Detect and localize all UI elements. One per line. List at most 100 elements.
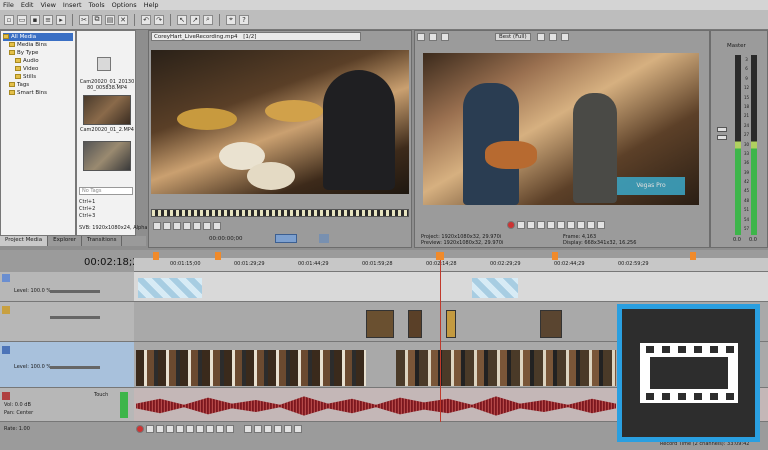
level-slider[interactable] bbox=[50, 316, 100, 319]
level-slider[interactable] bbox=[50, 290, 100, 293]
thumb-clip[interactable] bbox=[83, 95, 131, 125]
marker[interactable] bbox=[552, 252, 558, 260]
copy-snapshot-icon[interactable] bbox=[560, 33, 569, 41]
clip-event[interactable] bbox=[446, 310, 456, 338]
new-project-icon[interactable]: ▫ bbox=[4, 14, 14, 25]
pause-icon[interactable] bbox=[176, 425, 184, 433]
tab-explorer[interactable]: Explorer bbox=[48, 236, 82, 246]
save-icon[interactable]: ▪ bbox=[30, 14, 40, 25]
mark-in-icon[interactable] bbox=[193, 222, 201, 230]
loop-icon[interactable] bbox=[213, 222, 221, 230]
mark-out-icon[interactable] bbox=[203, 222, 211, 230]
prev-frame-icon[interactable] bbox=[216, 425, 224, 433]
split-icon[interactable] bbox=[274, 425, 283, 433]
tree-item-all-media[interactable]: All Media bbox=[3, 33, 73, 41]
tree-item-video[interactable]: Video bbox=[3, 65, 73, 73]
delete-icon[interactable]: ✕ bbox=[118, 14, 128, 25]
stop-icon[interactable] bbox=[163, 222, 171, 230]
marker[interactable] bbox=[153, 252, 159, 260]
add-to-timeline-icon[interactable] bbox=[275, 234, 297, 243]
cut-icon[interactable]: ✂ bbox=[79, 14, 89, 25]
tab-transitions[interactable]: Transitions bbox=[82, 236, 123, 246]
snap-icon[interactable] bbox=[284, 425, 293, 433]
video-event-filmstrip[interactable] bbox=[136, 350, 366, 386]
copy-icon[interactable]: ⧉ bbox=[92, 14, 102, 25]
marker[interactable] bbox=[215, 252, 221, 260]
edit-tool-icon[interactable]: ↖ bbox=[177, 14, 187, 25]
properties-icon[interactable]: ≡ bbox=[43, 14, 53, 25]
pause-icon[interactable] bbox=[547, 221, 555, 229]
stop-icon[interactable] bbox=[186, 425, 194, 433]
go-end-icon[interactable] bbox=[206, 425, 214, 433]
clip-event[interactable] bbox=[366, 310, 394, 338]
next-frame-icon[interactable] bbox=[183, 222, 191, 230]
tab-project-media[interactable]: Project Media bbox=[0, 236, 49, 246]
tags-field[interactable]: No Tags bbox=[79, 187, 133, 195]
clip-event[interactable] bbox=[408, 310, 422, 338]
audio-waveform[interactable] bbox=[136, 396, 616, 416]
tree-item-media-bins[interactable]: Media Bins bbox=[3, 41, 73, 49]
paste-icon[interactable]: ▤ bbox=[105, 14, 115, 25]
trimmer-video-frame[interactable] bbox=[151, 50, 409, 194]
play-from-start-icon[interactable] bbox=[156, 425, 164, 433]
tree-item-by-type[interactable]: By Type bbox=[3, 49, 73, 57]
marker[interactable] bbox=[690, 252, 696, 260]
play-icon[interactable] bbox=[153, 222, 161, 230]
menu-edit[interactable]: Edit bbox=[21, 1, 34, 9]
go-start-icon[interactable] bbox=[196, 425, 204, 433]
level-slider[interactable] bbox=[50, 366, 100, 369]
record-icon[interactable] bbox=[507, 221, 515, 229]
delete-icon[interactable] bbox=[254, 425, 263, 433]
snapshot-icon[interactable] bbox=[548, 33, 557, 41]
media-file-icon[interactable] bbox=[97, 57, 111, 71]
trimmer-file-select[interactable]: CoreyHart_LiveRecording.mp4 [1/2] bbox=[151, 32, 361, 41]
tree-item-tags[interactable]: Tags bbox=[3, 81, 73, 89]
split-screen-icon[interactable] bbox=[441, 33, 449, 41]
timeline-ruler[interactable]: 00:01:15;00 00:01:29;29 00:01:44;29 00:01:5… bbox=[134, 258, 768, 272]
play-icon[interactable] bbox=[527, 221, 535, 229]
go-end-icon[interactable] bbox=[577, 221, 585, 229]
audio-track-header[interactable]: Vol: 0.0 dB Pan: Center Touch bbox=[0, 388, 134, 422]
help-icon[interactable]: ? bbox=[239, 14, 249, 25]
play-icon[interactable] bbox=[166, 425, 174, 433]
clip-event[interactable] bbox=[472, 278, 518, 298]
open-icon[interactable]: ▭ bbox=[17, 14, 27, 25]
next-frame-icon[interactable] bbox=[597, 221, 605, 229]
menu-view[interactable]: View bbox=[40, 1, 55, 9]
track-header-1[interactable]: Level: 100.0 % bbox=[0, 272, 134, 302]
trimmer-scrub-bar[interactable] bbox=[151, 209, 409, 217]
menu-options[interactable]: Options bbox=[112, 1, 137, 9]
tree-item-stills[interactable]: Stills bbox=[3, 73, 73, 81]
preview-settings-icon[interactable] bbox=[417, 33, 425, 41]
play-from-start-icon[interactable] bbox=[537, 221, 545, 229]
autoripple-icon[interactable] bbox=[294, 425, 303, 433]
envelope-tool-icon[interactable]: ↗ bbox=[190, 14, 200, 25]
loop-icon[interactable] bbox=[517, 221, 525, 229]
menu-tools[interactable]: Tools bbox=[89, 1, 105, 9]
next-frame-icon[interactable] bbox=[226, 425, 234, 433]
prev-frame-icon[interactable] bbox=[587, 221, 595, 229]
master-fader-right[interactable] bbox=[717, 135, 727, 140]
tree-item-audio[interactable]: Audio bbox=[3, 57, 73, 65]
redo-icon[interactable]: ↷ bbox=[154, 14, 164, 25]
undo-icon[interactable]: ↶ bbox=[141, 14, 151, 25]
stop-icon[interactable] bbox=[557, 221, 565, 229]
edit-tool-icon[interactable] bbox=[244, 425, 253, 433]
overlay-icon[interactable] bbox=[536, 33, 545, 41]
trim-icon[interactable] bbox=[264, 425, 273, 433]
playhead-cursor[interactable] bbox=[440, 258, 441, 422]
snap-icon[interactable]: ⌖ bbox=[226, 14, 236, 25]
video-event-filmstrip[interactable] bbox=[396, 350, 616, 386]
preview-quality-select[interactable]: Best (Full) bbox=[495, 33, 531, 41]
prev-frame-icon[interactable] bbox=[173, 222, 181, 230]
loop-icon[interactable] bbox=[146, 425, 154, 433]
preview-video-frame[interactable]: Vegas Pro bbox=[423, 53, 699, 205]
track-header-2[interactable] bbox=[0, 302, 134, 342]
menu-help[interactable]: Help bbox=[144, 1, 159, 9]
clip-event[interactable] bbox=[138, 278, 202, 298]
external-monitor-icon[interactable] bbox=[429, 33, 437, 41]
thumb-clip[interactable] bbox=[83, 141, 131, 171]
go-start-icon[interactable] bbox=[567, 221, 575, 229]
master-fader-left[interactable] bbox=[717, 127, 727, 132]
tree-item-smart-bins[interactable]: Smart Bins bbox=[3, 89, 73, 97]
